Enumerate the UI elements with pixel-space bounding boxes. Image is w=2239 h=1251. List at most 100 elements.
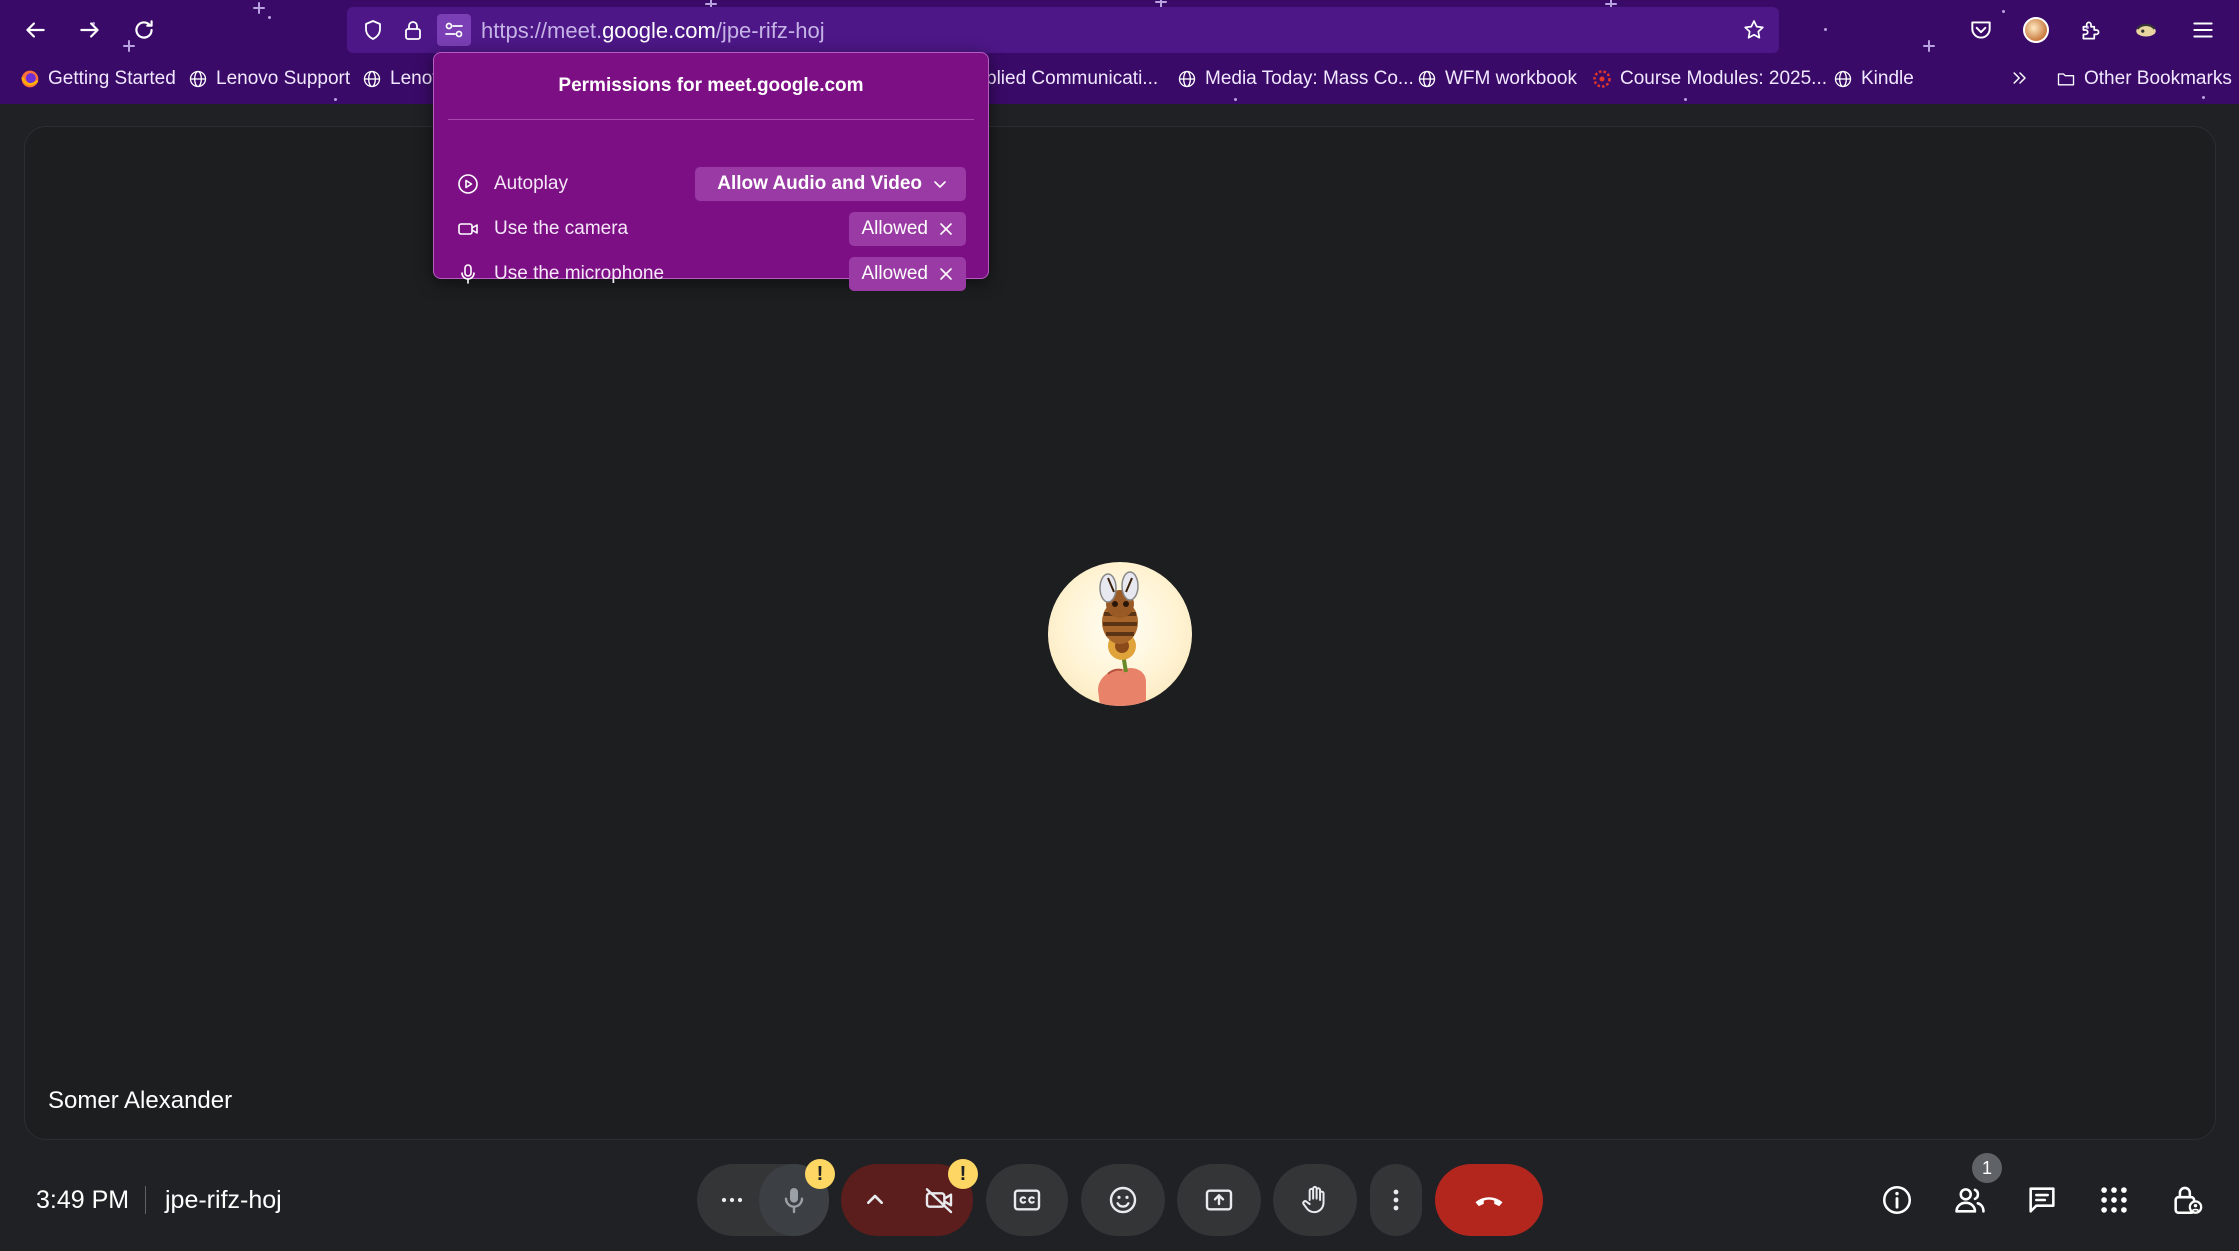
bookmark-item[interactable]: Course Modules: 2025... (1592, 68, 1827, 90)
decor-star (268, 16, 271, 19)
firefox-icon (21, 70, 39, 88)
url-path: /jpe-rifz-hoj (715, 18, 825, 43)
close-icon (940, 223, 952, 235)
meeting-details-button[interactable] (1877, 1180, 1917, 1220)
bookmark-label: plied Communicati... (986, 68, 1159, 89)
pocket-button[interactable] (1963, 12, 1999, 48)
chat-icon (2029, 1187, 2055, 1213)
double-chevron-right-icon (2013, 72, 2026, 84)
emoji-icon (1109, 1186, 1137, 1214)
reload-button[interactable] (124, 10, 164, 50)
url-domain: google.com (602, 18, 716, 43)
chat-button[interactable] (2022, 1180, 2062, 1220)
tracking-protection-button[interactable] (356, 14, 390, 46)
participant-avatar (1048, 562, 1192, 706)
chevron-down-icon (934, 181, 946, 188)
other-bookmarks-button[interactable]: Other Bookmarks (2056, 68, 2232, 90)
more-horizontal-icon (721, 1197, 743, 1203)
browser-toolbar: https://meet.google.com/jpe-rifz-hoj Get… (0, 0, 2239, 104)
app-menu-button[interactable] (2185, 12, 2221, 48)
decor-star (253, 2, 265, 14)
permissions-panel: Permissions for meet.google.com Autoplay… (433, 52, 989, 291)
decor-star (1923, 40, 1935, 52)
decor-star (1824, 28, 1827, 31)
decor-star (334, 98, 337, 101)
decor-star (1234, 98, 1237, 101)
bookmark-item[interactable]: Kindle (1833, 68, 1914, 90)
more-options-button[interactable] (1370, 1164, 1422, 1236)
captions-button[interactable] (986, 1164, 1068, 1236)
camera-off-icon (925, 1188, 953, 1214)
reactions-button[interactable] (1081, 1164, 1165, 1236)
closed-captions-icon (1013, 1189, 1041, 1211)
bookmark-item[interactable]: Lenov (362, 68, 442, 90)
permission-label: Use the microphone (494, 263, 665, 284)
present-screen-button[interactable] (1177, 1164, 1261, 1236)
bookmark-label: Media Today: Mass Co... (1205, 68, 1414, 89)
bookmark-item[interactable]: WFM workbook (1417, 68, 1577, 90)
hamburger-menu-icon (2193, 22, 2213, 38)
star-icon (1744, 20, 1764, 39)
extension-bird-icon (2136, 23, 2156, 37)
info-divider (145, 1186, 146, 1214)
bookmark-item[interactable]: Getting Started (20, 68, 176, 90)
autoplay-setting-value: Allow Audio and Video (717, 173, 922, 194)
microphone-permission-state: Allowed (861, 263, 928, 284)
extension-item-button[interactable] (2128, 12, 2164, 48)
permissions-sliders-icon (445, 22, 463, 38)
permission-row-microphone: Use the microphone Allowed (456, 256, 966, 292)
raise-hand-icon (1302, 1186, 1325, 1214)
info-icon (1882, 1185, 1912, 1215)
autoplay-icon (458, 174, 478, 194)
bookmark-label: WFM workbook (1445, 68, 1577, 89)
extensions-button[interactable] (2073, 12, 2109, 48)
people-button[interactable] (1950, 1180, 1990, 1220)
bookmark-item[interactable]: Media Today: Mass Co... (1177, 68, 1414, 90)
close-icon (940, 268, 952, 280)
hang-up-icon (1475, 1197, 1503, 1207)
permission-label: Autoplay (494, 173, 568, 194)
permissions-button[interactable] (437, 14, 471, 46)
folder-icon (2057, 73, 2075, 86)
url-text[interactable]: https://meet.google.com/jpe-rifz-hoj (481, 18, 825, 44)
site-security-button[interactable] (396, 14, 430, 46)
microphone-icon (461, 264, 475, 284)
back-arrow-icon (26, 22, 45, 38)
bookmark-item[interactable]: plied Communicati... (986, 68, 1158, 90)
activities-button[interactable] (2094, 1180, 2134, 1220)
bookmarks-overflow-button[interactable] (2010, 68, 2030, 88)
apps-grid-icon (2101, 1187, 2127, 1213)
audio-options-button[interactable] (697, 1164, 767, 1236)
account-avatar (2023, 17, 2049, 43)
bookmark-item[interactable]: Lenovo Support (188, 68, 350, 90)
autoplay-setting-dropdown[interactable]: Allow Audio and Video (695, 167, 966, 201)
people-icon (1955, 1188, 1985, 1213)
permission-row-camera: Use the camera Allowed (456, 211, 966, 247)
forward-button[interactable] (70, 10, 110, 50)
microphone-icon (784, 1188, 804, 1214)
bookmark-label: Getting Started (48, 68, 176, 89)
bookmark-star-button[interactable] (1737, 14, 1771, 46)
bookmark-label: Lenovo Support (216, 68, 351, 89)
other-bookmarks-label: Other Bookmarks (2084, 68, 2232, 89)
back-button[interactable] (15, 10, 55, 50)
url-bar[interactable]: https://meet.google.com/jpe-rifz-hoj (347, 7, 1779, 53)
raise-hand-button[interactable] (1273, 1164, 1357, 1236)
people-count-badge: 1 (1972, 1153, 2002, 1183)
microphone-permission-clear-button[interactable]: Allowed (849, 257, 966, 291)
permission-row-autoplay: Autoplay Allow Audio and Video (456, 166, 966, 202)
bookmark-label: Course Modules: 2025... (1620, 68, 1828, 89)
globe-icon (1418, 70, 1436, 88)
camera-options-button[interactable] (841, 1164, 909, 1236)
permission-label: Use the camera (494, 218, 629, 239)
more-vertical-icon (1393, 1189, 1399, 1211)
forward-arrow-icon (80, 22, 99, 38)
globe-icon (1834, 70, 1852, 88)
account-button[interactable] (2018, 12, 2054, 48)
host-controls-lock-icon (2174, 1186, 2203, 1215)
leave-call-button[interactable] (1435, 1164, 1543, 1236)
permissions-title: Permissions for meet.google.com (558, 75, 864, 96)
camera-permission-clear-button[interactable]: Allowed (849, 212, 966, 246)
host-controls-button[interactable] (2167, 1180, 2207, 1220)
meeting-time: 3:49 PM (36, 1186, 130, 1214)
